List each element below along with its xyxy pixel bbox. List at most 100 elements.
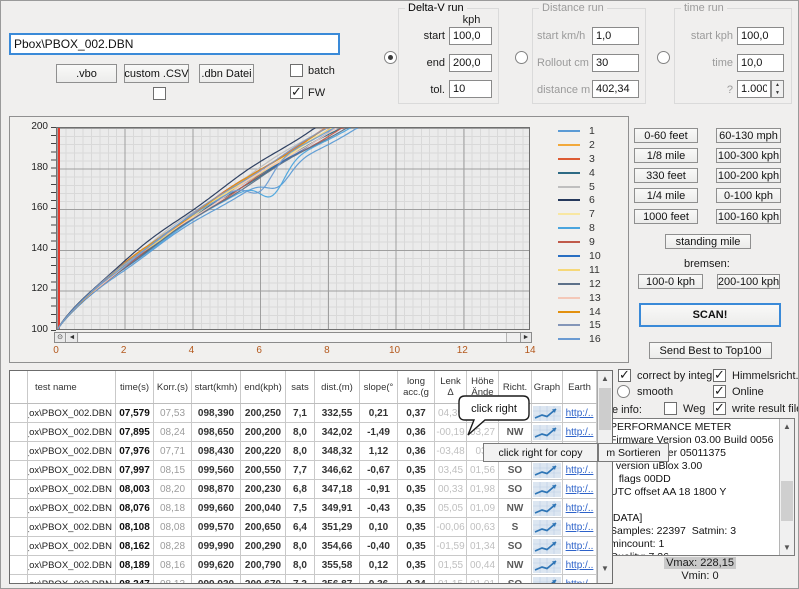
legend-item[interactable]: 5	[558, 180, 601, 194]
quick-button-1000-feet[interactable]: 1000 feet	[634, 209, 698, 224]
csv-option-checkbox[interactable]	[153, 87, 166, 100]
legend-item[interactable]: 3	[558, 152, 601, 166]
legend-item[interactable]: 6	[558, 193, 601, 207]
legend-item[interactable]: 14	[558, 305, 601, 319]
table-row[interactable]: 2_ox\PBOX_002.DBN08,07608,18099,660200,0…	[10, 499, 597, 518]
quick-button-100-300-kph[interactable]: 100-300 kph	[716, 148, 781, 163]
table-row[interactable]: 16_ox\PBOX_002.DBN08,10808,08099,570200,…	[10, 518, 597, 537]
legend-item[interactable]: 8	[558, 221, 601, 235]
time-time-input[interactable]	[737, 54, 784, 72]
column-header-earth[interactable]: Earth	[563, 371, 597, 403]
graph-icon[interactable]	[532, 518, 563, 536]
earth-link-anchor[interactable]: http:/..	[566, 503, 594, 514]
table-scrollbar[interactable]: ▲ ▼	[597, 371, 612, 583]
brake-200-100-button[interactable]: 200-100 kph	[717, 274, 780, 289]
column-header-start[interactable]: start(kmh)	[192, 371, 241, 403]
file-info-scroll-down-icon[interactable]: ▼	[780, 540, 794, 555]
file-info-box[interactable]: PERFORMANCE METER Firmware Version 03.00…	[605, 418, 795, 556]
legend-item[interactable]: 10	[558, 249, 601, 263]
fw-checkbox[interactable]	[290, 86, 303, 99]
earth-link[interactable]: http:/..	[563, 404, 597, 422]
graph-icon[interactable]	[532, 575, 563, 584]
earth-link[interactable]: http:/..	[563, 423, 597, 441]
smooth-radio[interactable]	[617, 385, 630, 398]
column-header-slope[interactable]: slope(°	[360, 371, 398, 403]
legend-item[interactable]: 2	[558, 138, 601, 152]
delta-end-input[interactable]	[449, 54, 492, 72]
standing-mile-button[interactable]: standing mile	[665, 234, 751, 249]
legend-item[interactable]: 11	[558, 263, 601, 277]
time-startkph-input[interactable]	[737, 27, 784, 45]
earth-link-anchor[interactable]: http:/..	[566, 579, 594, 585]
table-scroll-thumb[interactable]	[599, 388, 611, 430]
quick-button-100-200-kph[interactable]: 100-200 kph	[716, 168, 781, 183]
quick-button-100-160-kph[interactable]: 100-160 kph	[716, 209, 781, 224]
graph-icon[interactable]	[532, 556, 563, 574]
time-run-radio[interactable]	[657, 51, 670, 64]
table-row[interactable]: 11_ox\PBOX_002.DBN08,16208,28099,990200,…	[10, 537, 597, 556]
distance-rollout-input[interactable]	[592, 54, 639, 72]
legend-item[interactable]: 13	[558, 291, 601, 305]
column-header-end[interactable]: end(kph)	[241, 371, 286, 403]
table-scroll-down-icon[interactable]: ▼	[598, 561, 612, 576]
himmelsricht-checkbox[interactable]	[713, 369, 726, 382]
table-scroll-up-icon[interactable]: ▲	[598, 371, 612, 386]
custom-csv-button[interactable]: custom .CSV	[124, 64, 189, 83]
chart-scroll-right-icon[interactable]: ►	[520, 333, 531, 342]
chart-scrollbar[interactable]: ⊙ ◄ ►	[54, 332, 532, 343]
batch-checkbox[interactable]	[290, 64, 303, 77]
legend-item[interactable]: 12	[558, 277, 601, 291]
delta-tol-input[interactable]	[449, 80, 492, 98]
file-info-scroll-thumb[interactable]	[781, 481, 793, 521]
write-result-file-checkbox[interactable]	[713, 402, 726, 415]
graph-icon[interactable]	[532, 480, 563, 498]
chart-scroll-thumb[interactable]	[79, 333, 507, 342]
quick-button-0-60-feet[interactable]: 0-60 feet	[634, 128, 698, 143]
send-best-top100-button[interactable]: Send Best to Top100	[649, 342, 772, 359]
quick-button-1-8-mile[interactable]: 1/8 mile	[634, 148, 698, 163]
column-header-sats[interactable]: sats	[286, 371, 315, 403]
distance-startkmh-input[interactable]	[592, 27, 639, 45]
correct-by-integral-checkbox[interactable]	[618, 369, 631, 382]
time-factor-input[interactable]	[737, 80, 771, 98]
legend-item[interactable]: 7	[558, 207, 601, 221]
earth-link-anchor[interactable]: http:/..	[566, 560, 594, 571]
table-row[interactable]: 15_ox\PBOX_002.DBN07,99708,15099,560200,…	[10, 461, 597, 480]
earth-link[interactable]: http:/..	[563, 537, 597, 555]
table-row[interactable]: 7_ox\PBOX_002.DBN08,18908,16099,620200,7…	[10, 556, 597, 575]
earth-link-anchor[interactable]: http:/..	[566, 522, 594, 533]
file-info-scroll-up-icon[interactable]: ▲	[780, 419, 794, 434]
column-header-dist[interactable]: dist.(m)	[315, 371, 360, 403]
legend-item[interactable]: 16	[558, 332, 601, 346]
vbo-button[interactable]: .vbo	[56, 64, 117, 83]
quick-button-330-feet[interactable]: 330 feet	[634, 168, 698, 183]
quick-button-0-100-kph[interactable]: 0-100 kph	[716, 188, 781, 203]
graph-icon[interactable]	[532, 499, 563, 517]
earth-link[interactable]: http:/..	[563, 461, 597, 479]
chart-zoom-icon[interactable]: ⊙	[55, 333, 66, 342]
quick-button-1-4-mile[interactable]: 1/4 mile	[634, 188, 698, 203]
earth-link-anchor[interactable]: http:/..	[566, 484, 594, 495]
table-row[interactable]: 13_ox\PBOX_002.DBN08,24708,13099,930200,…	[10, 575, 597, 584]
column-header-rowhdr[interactable]	[10, 371, 28, 403]
legend-item[interactable]: 1	[558, 124, 601, 138]
earth-link[interactable]: http:/..	[563, 556, 597, 574]
earth-link-anchor[interactable]: http:/..	[566, 541, 594, 552]
earth-link[interactable]: http:/..	[563, 575, 597, 584]
column-header-acc[interactable]: longacc.(g	[398, 371, 435, 403]
chart-scroll-left-icon[interactable]: ◄	[67, 333, 78, 342]
legend-item[interactable]: 9	[558, 235, 601, 249]
delta-v-run-radio[interactable]	[384, 51, 397, 64]
column-header-korr[interactable]: Korr.(s)	[154, 371, 192, 403]
file-path-input[interactable]	[9, 33, 340, 55]
column-header-name[interactable]: test name	[28, 371, 116, 403]
graph-icon[interactable]	[532, 537, 563, 555]
scan-button[interactable]: SCAN!	[639, 303, 781, 327]
earth-link-anchor[interactable]: http:/..	[566, 465, 594, 476]
earth-link-anchor[interactable]: http:/..	[566, 427, 594, 438]
earth-link[interactable]: http:/..	[563, 480, 597, 498]
legend-item[interactable]: 15	[558, 318, 601, 332]
quick-button-60-130-mph[interactable]: 60-130 mph	[716, 128, 781, 143]
dbn-datei-button[interactable]: .dbn Datei	[199, 64, 254, 83]
delta-start-input[interactable]	[449, 27, 492, 45]
